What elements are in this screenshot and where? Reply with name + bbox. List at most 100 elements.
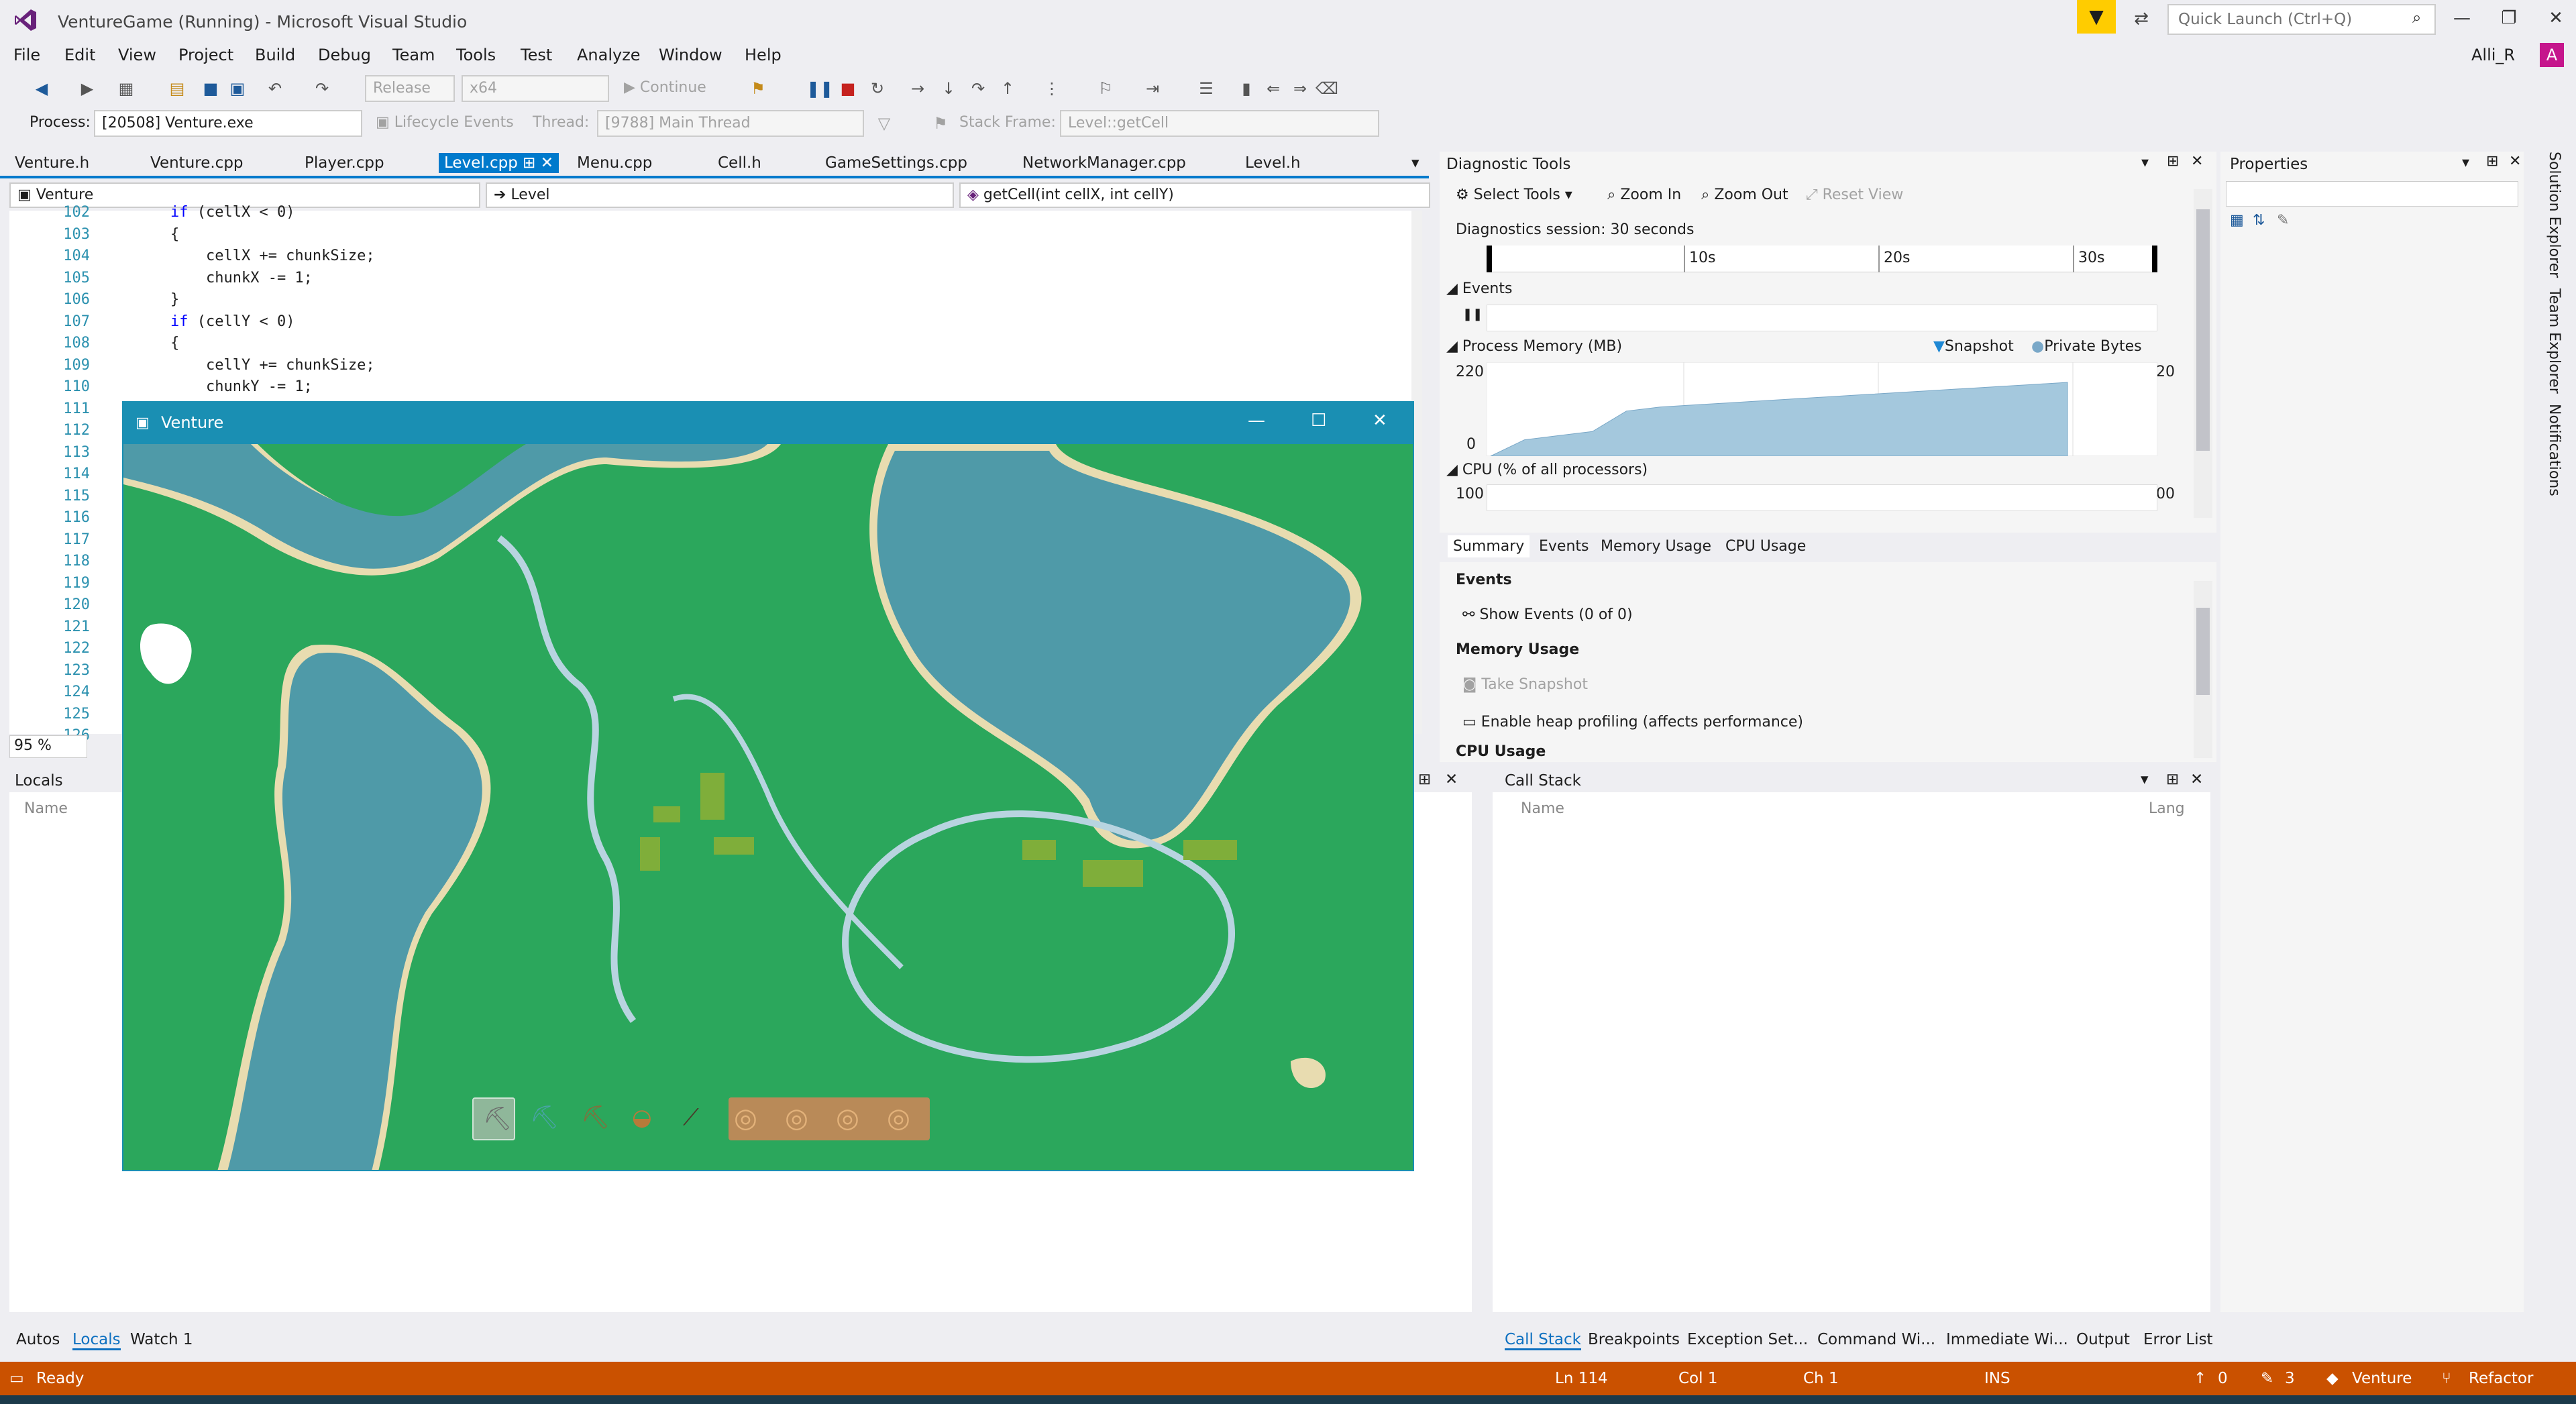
redo-icon[interactable]: ↷: [310, 76, 334, 101]
menu-debug[interactable]: Debug: [318, 46, 371, 64]
diag-close-icon[interactable]: ✕: [2191, 153, 2203, 170]
user-name[interactable]: Alli_R: [2471, 46, 2515, 64]
game-minimize-button[interactable]: —: [1248, 411, 1265, 431]
menu-build[interactable]: Build: [255, 46, 295, 64]
notifications-tab[interactable]: Notifications: [2546, 404, 2563, 496]
new-project-icon[interactable]: ▦: [114, 76, 138, 101]
process-select[interactable]: [20508] Venture.exe: [94, 110, 362, 137]
props-pin-icon[interactable]: ⊞: [2486, 153, 2498, 170]
restart-icon[interactable]: ↻: [865, 76, 890, 101]
zoom-in-button[interactable]: ⌕ Zoom In: [1607, 186, 1681, 203]
tab-summary[interactable]: Summary: [1448, 535, 1530, 557]
repo-icon[interactable]: ◆: [2326, 1370, 2339, 1387]
member-dropdown[interactable]: ◈ getCell(int cellX, int cellY): [959, 182, 1430, 208]
code-line[interactable]: chunkX -= 1;: [170, 270, 313, 286]
events-section[interactable]: ◢ Events: [1446, 280, 1512, 297]
categorized-icon[interactable]: ▦: [2230, 212, 2244, 229]
threads-icon[interactable]: ⋮: [1040, 76, 1064, 101]
select-tools-button[interactable]: ⚙ Select Tools ▾: [1456, 186, 1572, 203]
tab-immediate-window[interactable]: Immediate Wi...: [1946, 1331, 2068, 1348]
filter-thread-icon[interactable]: ▽: [872, 111, 896, 136]
bookmark-icon[interactable]: ▮: [1234, 76, 1258, 101]
tab-cpu-usage[interactable]: CPU Usage: [1725, 538, 1806, 555]
game-world-map[interactable]: [123, 444, 1414, 1171]
diag-top-scroll-thumb[interactable]: [2196, 209, 2210, 451]
code-line[interactable]: }: [170, 291, 179, 308]
stop-debugging-icon[interactable]: ■: [836, 76, 860, 101]
tab-cell-h[interactable]: Cell.h: [718, 154, 761, 172]
diag-top-scrollbar[interactable]: [2194, 189, 2212, 518]
pencil-icon[interactable]: ✎: [2261, 1370, 2273, 1387]
diag-pin-icon[interactable]: ⊞: [2167, 153, 2179, 170]
status-refactor[interactable]: Refactor: [2469, 1370, 2533, 1387]
save-all-icon[interactable]: ▣: [225, 76, 250, 101]
take-snapshot-button[interactable]: ◙ Take Snapshot: [1462, 676, 1588, 693]
tab-locals[interactable]: Locals: [72, 1331, 121, 1350]
tab-close-icon[interactable]: ✕: [541, 154, 553, 172]
callstack-name-column[interactable]: Name: [1521, 800, 1564, 817]
show-next-statement-icon[interactable]: →: [906, 76, 930, 101]
comment-icon[interactable]: ☰: [1194, 76, 1218, 101]
tab-player-cpp[interactable]: Player.cpp: [305, 154, 384, 172]
branch-icon[interactable]: ⑂: [2442, 1370, 2451, 1387]
tab-error-list[interactable]: Error List: [2143, 1331, 2213, 1348]
filter-icon[interactable]: ▼: [2077, 0, 2116, 34]
code-line[interactable]: cellY += chunkSize;: [170, 357, 375, 374]
code-line[interactable]: {: [170, 335, 179, 352]
hotbar-wood-stack[interactable]: ◎ ◎ ◎ ◎: [729, 1097, 930, 1140]
heap-profiling-toggle[interactable]: ▭ Enable heap profiling (affects perform…: [1462, 714, 1803, 731]
tab-output[interactable]: Output: [2076, 1331, 2130, 1348]
flag-thread-icon[interactable]: ⚑: [928, 111, 953, 136]
menu-team[interactable]: Team: [392, 46, 435, 64]
diag-bottom-scrollbar[interactable]: [2194, 581, 2212, 758]
menu-help[interactable]: Help: [745, 46, 782, 64]
maximize-button[interactable]: ❐: [2482, 0, 2536, 36]
game-maximize-button[interactable]: ☐: [1311, 411, 1326, 431]
clear-bookmarks-icon[interactable]: ⌫: [1315, 76, 1339, 101]
callstack-close-icon[interactable]: ✕: [2190, 771, 2203, 795]
tab-breakpoints[interactable]: Breakpoints: [1588, 1331, 1680, 1348]
property-pages-icon[interactable]: ✎: [2277, 212, 2289, 229]
configuration-select[interactable]: Release: [365, 75, 455, 102]
cpu-section[interactable]: ◢ CPU (% of all processors): [1446, 462, 1648, 478]
timeline-ruler[interactable]: 10s 20s 30s: [1487, 246, 2157, 272]
alphabetical-icon[interactable]: ⇅: [2253, 212, 2265, 229]
menu-window[interactable]: Window: [659, 46, 722, 64]
thread-flag-icon[interactable]: ⚐: [1093, 76, 1118, 101]
close-button[interactable]: ✕: [2529, 0, 2576, 36]
zoom-out-button[interactable]: ⌕ Zoom Out: [1701, 186, 1788, 203]
tab-overflow-icon[interactable]: ▾: [1411, 154, 1419, 172]
open-file-icon[interactable]: ▤: [165, 76, 189, 101]
properties-object-select[interactable]: [2226, 181, 2518, 207]
menu-tools[interactable]: Tools: [456, 46, 496, 64]
thread-select[interactable]: [9788] Main Thread: [597, 110, 864, 137]
undo-icon[interactable]: ↶: [263, 76, 287, 101]
hotbar-slot-4[interactable]: ◒: [625, 1097, 668, 1140]
continue-button[interactable]: ▶ Continue: [624, 79, 706, 96]
reset-view-button[interactable]: ⤢ Reset View: [1806, 186, 1903, 203]
hotbar-slot-5[interactable]: ⟋: [676, 1097, 719, 1140]
avatar[interactable]: A: [2540, 43, 2564, 67]
locals-name-column[interactable]: Name: [24, 800, 68, 817]
code-line[interactable]: {: [170, 226, 179, 243]
indent-icon[interactable]: ⇥: [1140, 76, 1165, 101]
team-explorer-tab[interactable]: Team Explorer: [2546, 288, 2563, 394]
code-line[interactable]: cellX += chunkSize;: [170, 248, 375, 264]
timeline-start-handle[interactable]: [1487, 246, 1492, 272]
tab-networkmanager-cpp[interactable]: NetworkManager.cpp: [1022, 154, 1186, 172]
back-icon[interactable]: ◀: [30, 76, 54, 101]
timeline-end-handle[interactable]: [2152, 246, 2157, 272]
publish-icon[interactable]: ↑: [2194, 1370, 2206, 1387]
menu-file[interactable]: File: [13, 46, 40, 64]
tab-command-window[interactable]: Command Wi...: [1817, 1331, 1935, 1348]
solution-explorer-tab[interactable]: Solution Explorer: [2546, 152, 2563, 278]
platform-select[interactable]: x64: [462, 75, 609, 102]
callstack-pin-icon[interactable]: ⊞: [2166, 771, 2179, 795]
status-project[interactable]: Venture: [2352, 1370, 2412, 1387]
diag-dropdown-icon[interactable]: ▾: [2141, 154, 2149, 171]
game-window[interactable]: ▣ Venture — ☐ ✕ ⛏ ⛏ ⛏ ◒ ⟋ ◎ ◎ ◎ ◎: [122, 401, 1414, 1171]
tab-events[interactable]: Events: [1539, 538, 1589, 555]
zoom-level-select[interactable]: 95 %: [9, 735, 87, 758]
callstack-lang-column[interactable]: Lang: [2149, 800, 2185, 817]
tab-venture-cpp[interactable]: Venture.cpp: [150, 154, 244, 172]
